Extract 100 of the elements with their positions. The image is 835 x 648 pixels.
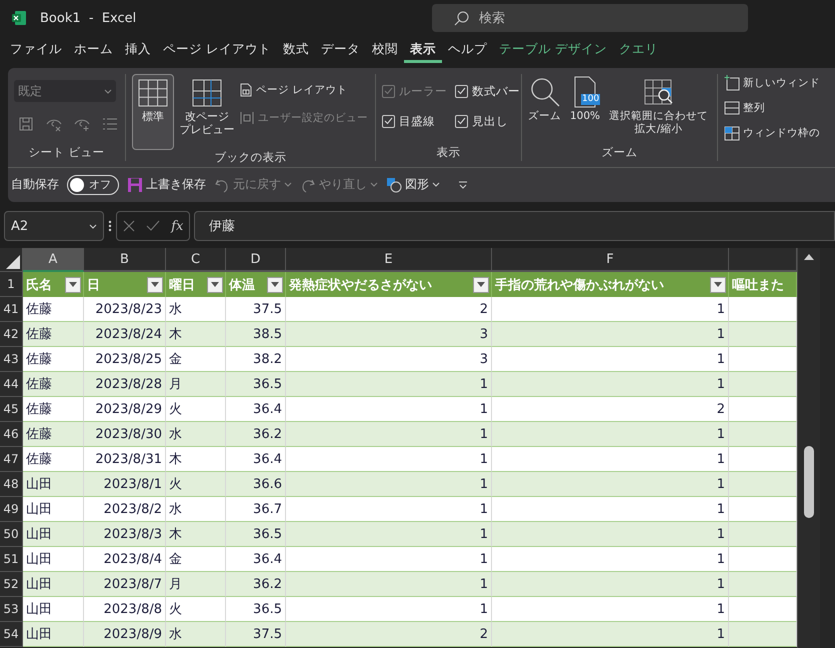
table-cell: 1 xyxy=(492,422,729,447)
table-cell: 1 xyxy=(286,472,492,497)
sheet-view-dropdown[interactable]: 既定 xyxy=(14,80,116,102)
view-button[interactable]: 標準 xyxy=(132,74,174,150)
check-icon[interactable] xyxy=(146,220,160,232)
view-checkbox[interactable]: 目盛線 xyxy=(382,108,447,134)
table-cell xyxy=(729,322,797,347)
column-header[interactable]: A xyxy=(23,248,84,272)
table-cell: 36.5 xyxy=(226,522,286,547)
table-cell: 山田 xyxy=(23,572,84,597)
ribbon-tab[interactable]: ヘルプ xyxy=(442,39,493,63)
table-cell: 山田 xyxy=(23,547,84,572)
list-icon[interactable] xyxy=(102,116,118,132)
ribbon-tab[interactable]: テーブル デザイン xyxy=(492,39,613,63)
filter-dropdown-icon[interactable] xyxy=(473,276,489,292)
table-cell: 金 xyxy=(166,347,226,372)
view-button[interactable]: ページ レイアウト xyxy=(240,78,368,102)
row-header[interactable]: 41 xyxy=(0,297,23,322)
ribbon-tab[interactable]: 挿入 xyxy=(119,39,157,63)
table-cell: 2023/8/3 xyxy=(84,522,166,547)
checkbox[interactable] xyxy=(455,84,468,98)
ribbon-tab[interactable]: 数式 xyxy=(276,39,315,63)
table-cell xyxy=(729,447,797,472)
table-cell xyxy=(729,372,797,397)
filter-dropdown-icon[interactable] xyxy=(147,276,163,292)
row-header[interactable]: 53 xyxy=(0,597,23,622)
button-label: 標準 xyxy=(142,111,164,124)
ribbon-tab[interactable]: データ xyxy=(314,39,366,63)
group-label: ブックの表示 xyxy=(214,150,288,165)
save-view-icon[interactable] xyxy=(18,116,34,132)
zoom-button[interactable]: ズーム xyxy=(528,74,561,145)
ribbon-tab[interactable]: ページ レイアウト xyxy=(157,39,277,63)
column-header[interactable]: F xyxy=(492,248,729,272)
row-header[interactable]: 51 xyxy=(0,547,23,572)
view-checkbox[interactable]: 見出し xyxy=(455,108,520,134)
insert-function-icon[interactable]: fx xyxy=(171,218,184,234)
view-checkbox[interactable]: 数式バー xyxy=(455,78,520,104)
table-cell: 36.2 xyxy=(226,422,286,447)
column-header[interactable]: E xyxy=(286,248,492,272)
column-header[interactable]: D xyxy=(226,248,286,272)
row-header[interactable]: 46 xyxy=(0,422,23,447)
filter-dropdown-icon[interactable] xyxy=(65,276,81,292)
ribbon-tab[interactable]: 校閲 xyxy=(366,39,404,63)
customize-caret-icon[interactable] xyxy=(458,180,468,188)
checkbox[interactable] xyxy=(455,114,468,128)
row-header[interactable]: 47 xyxy=(0,447,23,472)
table-cell: 山田 xyxy=(23,597,84,622)
window-button[interactable]: 整列 xyxy=(724,97,820,119)
checkbox[interactable] xyxy=(382,114,395,128)
row-header[interactable]: 49 xyxy=(0,497,23,522)
row-header[interactable]: 45 xyxy=(0,397,23,422)
toolbar-button[interactable]: 図形 xyxy=(386,176,440,193)
table-cell: 36.5 xyxy=(226,372,286,397)
table-cell: 佐藤 xyxy=(23,372,84,397)
column-header[interactable]: C xyxy=(166,248,226,272)
search-field[interactable]: 検索 xyxy=(432,4,748,32)
ribbon-tab[interactable]: クエリ xyxy=(612,39,664,63)
filter-dropdown-icon[interactable] xyxy=(710,276,726,292)
ribbon-tab[interactable]: ホーム xyxy=(68,39,119,63)
scroll-up-arrow-icon[interactable] xyxy=(804,254,814,260)
magnifier-icon xyxy=(528,76,560,108)
filter-dropdown-icon[interactable] xyxy=(267,276,283,292)
ribbon-tab[interactable]: 表示 xyxy=(404,39,442,63)
row-header[interactable]: 52 xyxy=(0,572,23,597)
table-cell: 金 xyxy=(166,547,226,572)
formula-input-field[interactable]: 伊藤 xyxy=(194,211,835,241)
row-header[interactable]: 48 xyxy=(0,472,23,497)
table-cell: 山田 xyxy=(23,497,84,522)
row-header[interactable]: 42 xyxy=(0,322,23,347)
column-header[interactable]: B xyxy=(84,248,166,272)
ribbon-tab[interactable]: ファイル xyxy=(4,39,68,63)
zoom-button[interactable]: 100 100% xyxy=(569,74,601,145)
page-break-icon xyxy=(192,79,222,107)
autosave-toggle[interactable]: オフ xyxy=(67,174,119,194)
row-header[interactable]: 54 xyxy=(0,622,23,647)
name-box[interactable]: A2 xyxy=(4,211,104,241)
row-header[interactable]: 44 xyxy=(0,372,23,397)
view-button[interactable]: 改ページ プレビュー xyxy=(178,74,236,150)
table-cell: 1 xyxy=(286,397,492,422)
row-header[interactable]: 1 xyxy=(0,272,23,297)
row-header[interactable]: 50 xyxy=(0,522,23,547)
table-cell: 2023/8/29 xyxy=(84,397,166,422)
window-button[interactable]: 新しいウィンド xyxy=(724,72,820,94)
table-cell: 木 xyxy=(166,322,226,347)
table-cell: 2023/8/30 xyxy=(84,422,166,447)
filter-dropdown-icon[interactable] xyxy=(207,276,223,292)
vertical-scrollbar[interactable] xyxy=(797,248,820,648)
row-header[interactable]: 43 xyxy=(0,347,23,372)
table-cell: 木 xyxy=(166,522,226,547)
select-all-corner[interactable] xyxy=(0,248,23,272)
save-icon xyxy=(127,176,143,192)
excel-logo-icon xyxy=(12,11,26,25)
table-header-cell: 曜日 xyxy=(166,272,226,297)
toolbar-button[interactable]: 上書き保存 xyxy=(127,176,206,193)
window-button[interactable]: ウィンドウ枠の xyxy=(724,122,820,144)
table-cell: 佐藤 xyxy=(23,447,84,472)
zoom-button[interactable]: 選択範囲に合わせて 拡大/縮小 xyxy=(609,74,708,145)
cancel-icon[interactable] xyxy=(122,220,135,232)
table-header-cell: 発熱症状やだるさがない xyxy=(286,272,492,297)
scrollbar-thumb[interactable] xyxy=(804,446,814,518)
